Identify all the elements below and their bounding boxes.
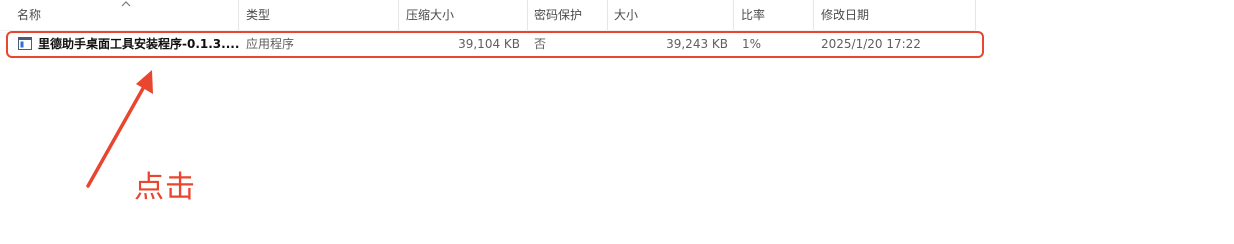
file-modified: 2025/1/20 17:22 xyxy=(821,37,921,51)
archive-file-list: 名称 类型 压缩大小 密码保护 大小 比率 修改日期 里德助手桌面工具安装程序-… xyxy=(0,0,1234,244)
file-ratio: 1% xyxy=(742,37,762,51)
column-header-size[interactable]: 大小 xyxy=(608,0,734,30)
column-header-modified-label: 修改日期 xyxy=(821,8,870,22)
column-header-type-label: 类型 xyxy=(246,8,271,22)
file-compressed-size: 39,104 KB xyxy=(458,37,520,51)
file-password: 否 xyxy=(534,37,547,51)
column-header-ratio[interactable]: 比率 xyxy=(734,0,814,30)
column-header-compressed-size[interactable]: 压缩大小 xyxy=(399,0,528,30)
column-header-password-label: 密码保护 xyxy=(534,8,583,22)
annotation-click-label: 点击 xyxy=(134,170,196,205)
exe-file-icon xyxy=(18,37,32,50)
column-header-size-label: 大小 xyxy=(614,8,639,22)
file-type: 应用程序 xyxy=(246,37,295,51)
column-header-ratio-label: 比率 xyxy=(741,8,766,22)
column-header-type[interactable]: 类型 xyxy=(239,0,399,30)
column-header-modified[interactable]: 修改日期 xyxy=(814,0,976,30)
column-header-row: 名称 类型 压缩大小 密码保护 大小 比率 修改日期 xyxy=(0,0,976,31)
file-size: 39,243 KB xyxy=(666,37,728,51)
file-row[interactable]: 里德助手桌面工具安装程序-0.1.3.... 应用程序 39,104 KB 否 … xyxy=(8,32,976,56)
column-header-compressed-size-label: 压缩大小 xyxy=(406,8,455,22)
column-header-password[interactable]: 密码保护 xyxy=(528,0,608,30)
file-name: 里德助手桌面工具安装程序-0.1.3.... xyxy=(38,37,240,51)
sort-ascending-icon xyxy=(121,1,131,7)
column-header-name-label: 名称 xyxy=(17,8,42,22)
column-header-name[interactable]: 名称 xyxy=(0,0,239,30)
